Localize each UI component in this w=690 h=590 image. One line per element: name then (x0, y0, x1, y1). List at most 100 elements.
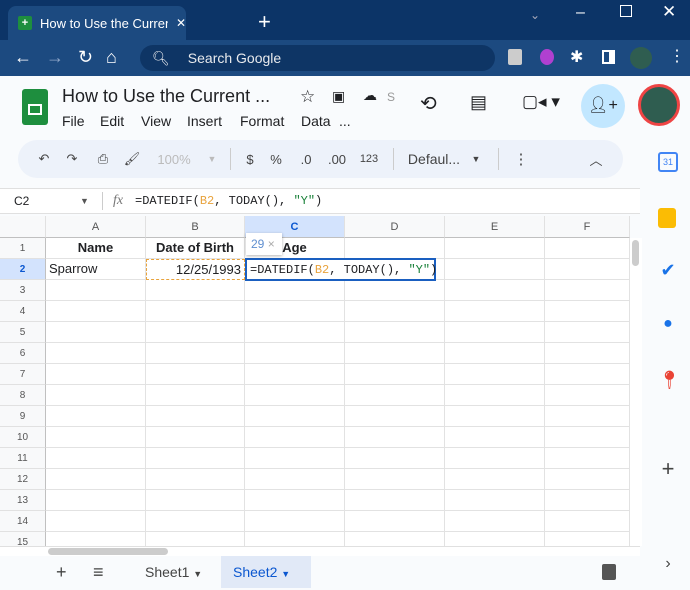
account-avatar[interactable] (638, 84, 680, 126)
cell[interactable] (146, 322, 245, 343)
row-header[interactable]: 3 (0, 280, 46, 301)
cell[interactable] (345, 427, 445, 448)
address-bar[interactable]: 🔍︎ Search Google (140, 45, 495, 71)
row-header[interactable]: 13 (0, 490, 46, 511)
back-icon[interactable]: ← (14, 47, 32, 68)
cell[interactable] (46, 343, 146, 364)
extensions-puzzle-icon[interactable]: ✱ (570, 47, 583, 67)
cell[interactable] (545, 301, 630, 322)
extension-icon[interactable] (508, 49, 522, 65)
close-preview-icon[interactable]: × (268, 237, 275, 251)
calendar-icon[interactable]: 31 (658, 152, 678, 172)
cell[interactable] (245, 322, 345, 343)
row-header[interactable]: 6 (0, 343, 46, 364)
cell[interactable] (345, 301, 445, 322)
cell-b2[interactable]: 12/25/1993 (146, 259, 245, 280)
cell[interactable] (46, 322, 146, 343)
close-window-button[interactable]: ✕ (662, 2, 676, 22)
cell[interactable] (146, 532, 245, 546)
maps-icon[interactable]: 📍︎ (658, 370, 681, 390)
horizontal-scrollbar[interactable] (0, 546, 640, 556)
cell[interactable] (345, 406, 445, 427)
cell[interactable] (245, 280, 345, 301)
sheet-menu-icon[interactable]: ▼ (281, 569, 290, 579)
cell[interactable] (445, 322, 545, 343)
row-header[interactable]: 10 (0, 427, 46, 448)
percent-button[interactable]: % (261, 152, 291, 167)
cell[interactable] (146, 511, 245, 532)
cell[interactable] (545, 364, 630, 385)
cell[interactable] (46, 301, 146, 322)
cell[interactable] (46, 385, 146, 406)
column-header-b[interactable]: B (146, 216, 245, 238)
column-header-e[interactable]: E (445, 216, 545, 238)
cell[interactable] (46, 364, 146, 385)
comments-icon[interactable]: ▤ (470, 92, 487, 113)
currency-button[interactable]: $ (239, 152, 261, 167)
cell[interactable] (445, 490, 545, 511)
cell[interactable] (445, 448, 545, 469)
row-header[interactable]: 8 (0, 385, 46, 406)
extension-icon[interactable] (540, 49, 554, 65)
cell[interactable] (445, 469, 545, 490)
cell-c2-editor[interactable]: =DATEDIF(B2, TODAY(), "Y") (245, 258, 437, 281)
collapse-menus-icon[interactable]: ︿ (581, 150, 611, 169)
increase-decimal-button[interactable]: .00 (321, 152, 353, 167)
vertical-scrollbar[interactable] (630, 238, 642, 546)
name-box-dropdown-icon[interactable]: ▼ (80, 196, 102, 206)
cell[interactable] (345, 532, 445, 546)
new-tab-button[interactable]: + (258, 9, 271, 35)
add-sheet-button[interactable]: + (56, 562, 67, 583)
cell[interactable] (445, 301, 545, 322)
tab-search-icon[interactable]: ⌄ (530, 8, 540, 22)
cell[interactable] (146, 448, 245, 469)
menu-file[interactable]: File (62, 113, 85, 129)
row-header[interactable]: 4 (0, 301, 46, 322)
zoom-select[interactable]: 100% (146, 152, 202, 167)
row-header[interactable]: 15 (0, 532, 46, 546)
cell[interactable] (245, 469, 345, 490)
contacts-icon[interactable]: ● (658, 315, 678, 335)
cell-a1[interactable]: Name (46, 238, 146, 259)
more-options-icon[interactable]: ⋮ (511, 150, 531, 168)
cell[interactable] (345, 343, 445, 364)
name-box[interactable]: C2 (0, 194, 80, 208)
formula-input[interactable]: =DATEDIF(B2, TODAY(), "Y") (135, 194, 322, 208)
side-panel-icon[interactable] (602, 50, 615, 64)
cell[interactable] (146, 385, 245, 406)
select-all-corner[interactable] (0, 216, 46, 238)
meet-icon[interactable]: ▢◂ ▾ (522, 92, 560, 112)
cell[interactable] (46, 448, 146, 469)
menu-more[interactable]: ... (339, 113, 351, 129)
minimize-button[interactable]: – (576, 4, 585, 22)
cell[interactable] (345, 238, 445, 259)
cell[interactable] (545, 427, 630, 448)
row-header[interactable]: 12 (0, 469, 46, 490)
column-header-f[interactable]: F (545, 216, 630, 238)
decrease-decimal-button[interactable]: .0 (291, 152, 321, 167)
cell[interactable] (445, 385, 545, 406)
expand-panel-icon[interactable]: › (658, 555, 678, 575)
cell[interactable] (445, 238, 545, 259)
cell[interactable] (245, 448, 345, 469)
cell[interactable] (345, 511, 445, 532)
version-history-icon[interactable]: ⟲ (420, 91, 437, 116)
font-select[interactable]: Defaul... (402, 151, 466, 167)
reload-icon[interactable]: ↻ (78, 47, 93, 68)
explore-icon[interactable] (602, 564, 616, 580)
row-header[interactable]: 11 (0, 448, 46, 469)
profile-avatar[interactable] (630, 47, 652, 69)
row-header[interactable]: 7 (0, 364, 46, 385)
sheet-tab-sheet2[interactable]: Sheet2 ▼ (221, 556, 311, 588)
cell[interactable] (46, 511, 146, 532)
cell[interactable] (146, 364, 245, 385)
cell[interactable] (46, 469, 146, 490)
cell[interactable] (245, 385, 345, 406)
home-icon[interactable]: ⌂ (106, 47, 117, 68)
tasks-icon[interactable]: ✔ (658, 260, 678, 280)
cell[interactable] (545, 490, 630, 511)
cell[interactable] (146, 301, 245, 322)
menu-format[interactable]: Format (240, 113, 284, 129)
cell[interactable] (445, 427, 545, 448)
cell[interactable] (46, 490, 146, 511)
